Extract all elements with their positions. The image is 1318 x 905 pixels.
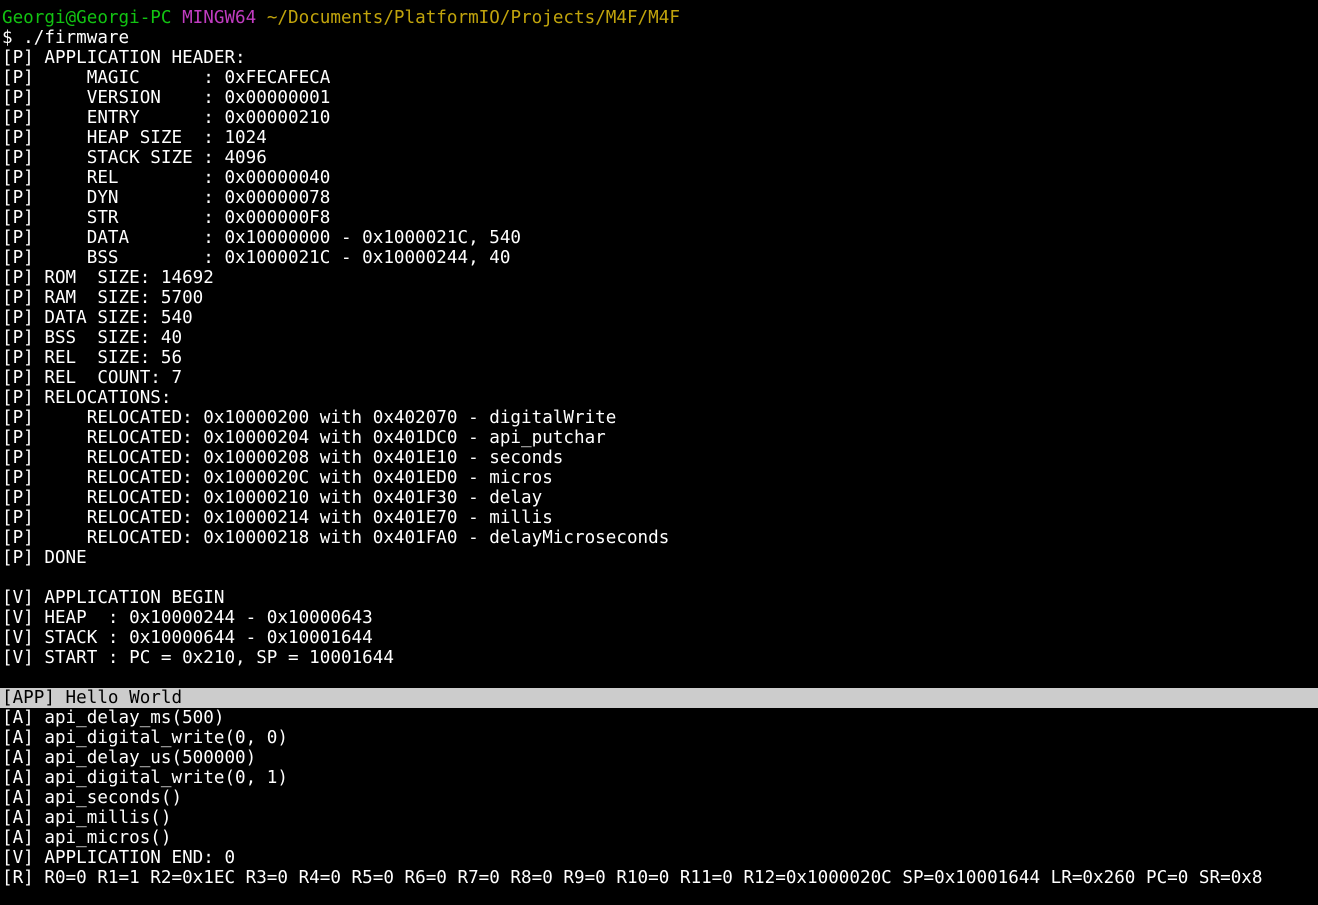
prompt-path: ~/Documents/PlatformIO/Projects/M4F/M4F [266, 8, 680, 28]
output-line: [P] REL : 0x00000040 [2, 168, 331, 188]
output-line: [P] RELOCATED: 0x10000210 with 0x401F30 … [2, 488, 543, 508]
prompt-line: Georgi@Georgi-PC MINGW64 ~/Documents/Pla… [0, 8, 1318, 28]
output-line: [V] APPLICATION END: 0 [2, 848, 236, 868]
output-line: [A] api_digital_write(0, 0) [2, 728, 288, 748]
terminal-window[interactable]: Georgi@Georgi-PC MINGW64 ~/Documents/Pla… [0, 0, 1318, 905]
output-line: [P] DATA SIZE: 540 [2, 308, 193, 328]
output-line: [V] START : PC = 0x210, SP = 10001644 [2, 648, 394, 668]
output-line: [P] HEAP SIZE : 1024 [2, 128, 267, 148]
output-line: [P] REL COUNT: 7 [2, 368, 183, 388]
output-line: [V] STACK : 0x10000644 - 0x10001644 [2, 628, 373, 648]
output-line: [P] RELOCATED: 0x1000020C with 0x401ED0 … [2, 468, 553, 488]
prompt-env: MINGW64 [182, 8, 257, 28]
output-line: [A] api_seconds() [2, 788, 183, 808]
output-line: [A] api_micros() [2, 828, 172, 848]
output-line: [P] DYN : 0x00000078 [2, 188, 331, 208]
output-line: [P] ROM SIZE: 14692 [2, 268, 214, 288]
output-line: [P] REL SIZE: 56 [2, 348, 183, 368]
highlighted-output-line: [APP] Hello World [0, 688, 1318, 708]
terminal-output: [P] APPLICATION HEADER: [P] MAGIC : 0xFEC… [0, 48, 1318, 888]
output-line: [P] MAGIC : 0xFECAFECA [2, 68, 331, 88]
output-line: [P] BSS SIZE: 40 [2, 328, 183, 348]
output-line: [P] VERSION : 0x00000001 [2, 88, 331, 108]
output-line: [P] DATA : 0x10000000 - 0x1000021C, 540 [2, 228, 522, 248]
output-line: [R] R0=0 R1=1 R2=0x1EC R3=0 R4=0 R5=0 R6… [2, 868, 1263, 888]
output-line: [P] RELOCATED: 0x10000204 with 0x401DC0 … [2, 428, 606, 448]
output-line: [P] RELOCATED: 0x10000208 with 0x401E10 … [2, 448, 564, 468]
output-line: [P] STACK SIZE : 4096 [2, 148, 267, 168]
prompt-user-host: Georgi@Georgi-PC [2, 8, 172, 28]
command-line: $ ./firmware [2, 28, 130, 48]
output-line: [P] DONE [2, 548, 87, 568]
output-line: [P] ENTRY : 0x00000210 [2, 108, 331, 128]
output-line: [P] RELOCATED: 0x10000214 with 0x401E70 … [2, 508, 553, 528]
output-line: [V] APPLICATION BEGIN [2, 588, 225, 608]
output-line: [P] STR : 0x000000F8 [2, 208, 331, 228]
output-line: [A] api_digital_write(0, 1) [2, 768, 288, 788]
output-line: [P] APPLICATION HEADER: [2, 48, 246, 68]
output-line: [A] api_millis() [2, 808, 172, 828]
output-line: [V] HEAP : 0x10000244 - 0x10000643 [2, 608, 373, 628]
output-line: [P] RELOCATIONS: [2, 388, 172, 408]
output-line: [A] api_delay_us(500000) [2, 748, 257, 768]
output-line: [P] BSS : 0x1000021C - 0x10000244, 40 [2, 248, 511, 268]
output-line: [A] api_delay_ms(500) [2, 708, 225, 728]
output-line: [P] RELOCATED: 0x10000200 with 0x402070 … [2, 408, 617, 428]
output-line: [P] RELOCATED: 0x10000218 with 0x401FA0 … [2, 528, 670, 548]
output-line: [P] RAM SIZE: 5700 [2, 288, 204, 308]
